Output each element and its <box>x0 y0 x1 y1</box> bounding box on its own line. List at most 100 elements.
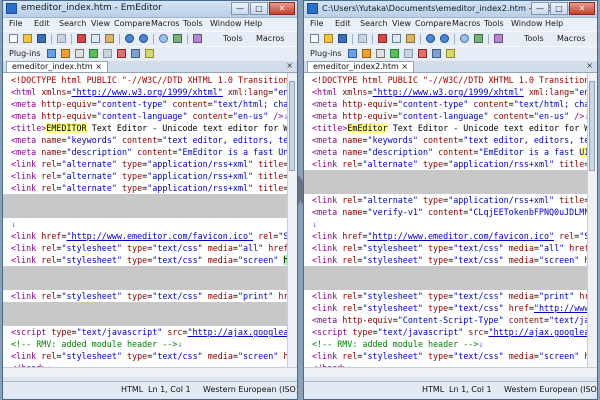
plugin-icon[interactable] <box>131 49 140 58</box>
status-mode[interactable]: HTML <box>121 385 143 394</box>
menu-view[interactable]: View <box>392 19 411 28</box>
cut-icon[interactable] <box>378 34 387 43</box>
document-tab[interactable]: emeditor_index2.htm × <box>307 61 415 72</box>
open-folder-icon[interactable] <box>23 34 32 43</box>
plugin-icon[interactable] <box>117 49 126 58</box>
menu-macros[interactable]: Macros <box>151 19 179 28</box>
horizontal-scrollbar[interactable] <box>3 367 297 377</box>
menu-edit[interactable]: Edit <box>34 19 50 28</box>
status-mode[interactable]: HTML <box>422 385 444 394</box>
status-encoding[interactable]: Western European (ISO) <box>203 385 297 394</box>
document-tab[interactable]: emeditor_index.htm × <box>6 61 108 72</box>
left-editor-window: emeditor_index.htm - EmEditor — □ ✕ File… <box>2 0 298 400</box>
menu-edit[interactable]: Edit <box>335 19 351 28</box>
vertical-scrollbar[interactable] <box>287 73 297 367</box>
find-icon[interactable] <box>460 34 469 43</box>
macros-toolbar-label[interactable]: Macros <box>256 34 284 43</box>
menu-bar: File Edit Search View Compare Macros Too… <box>3 18 297 31</box>
minimize-icon[interactable]: — <box>531 2 549 15</box>
paste-icon[interactable] <box>105 34 114 43</box>
copy-icon[interactable] <box>392 34 401 43</box>
plugin-icon[interactable] <box>75 49 84 58</box>
menu-window[interactable]: Window <box>511 19 543 28</box>
menu-window[interactable]: Window <box>210 19 242 28</box>
plugin-icon[interactable] <box>362 49 371 58</box>
print-icon[interactable] <box>358 34 367 43</box>
scroll-thumb[interactable] <box>289 81 295 171</box>
print-icon[interactable] <box>57 34 66 43</box>
plugin-icon[interactable] <box>432 49 441 58</box>
text-editor-area[interactable]: <!DOCTYPE html PUBLIC "-//W3C//DTD XHTML… <box>3 73 297 377</box>
title-bar[interactable]: C:\Users\Yutaka\Documents\emeditor_index… <box>304 1 597 18</box>
tools-toolbar-label[interactable]: Tools <box>223 34 243 43</box>
redo-icon[interactable] <box>440 34 449 43</box>
plugin-icon[interactable] <box>103 49 112 58</box>
status-position: Ln 1, Col 1 <box>148 385 191 394</box>
replace-icon[interactable] <box>474 34 483 43</box>
save-icon[interactable] <box>37 34 46 43</box>
minimize-icon[interactable]: — <box>231 2 249 15</box>
replace-icon[interactable] <box>173 34 182 43</box>
plugin-icon[interactable] <box>446 49 455 58</box>
save-icon[interactable] <box>338 34 347 43</box>
menu-search[interactable]: Search <box>360 19 387 28</box>
new-file-icon[interactable] <box>9 34 18 43</box>
plugin-icon[interactable] <box>390 49 399 58</box>
menu-tools[interactable]: Tools <box>183 19 203 28</box>
app-icon <box>307 3 318 14</box>
horizontal-scrollbar[interactable] <box>304 367 597 377</box>
undo-icon[interactable] <box>426 34 435 43</box>
menu-view[interactable]: View <box>91 19 110 28</box>
menu-compare[interactable]: Compare <box>415 19 451 28</box>
plugin-icon[interactable] <box>89 49 98 58</box>
tab-bar: emeditor_index.htm × × <box>3 61 297 73</box>
plugin-icon[interactable] <box>418 49 427 58</box>
scroll-thumb[interactable] <box>589 81 595 171</box>
macros-toolbar-label[interactable]: Macros <box>557 34 585 43</box>
menu-tools[interactable]: Tools <box>484 19 504 28</box>
plugin-icon[interactable] <box>61 49 70 58</box>
plugin-icon[interactable] <box>404 49 413 58</box>
close-tab-icon[interactable]: × <box>286 61 293 70</box>
window-title: emeditor_index.htm - EmEditor <box>21 3 162 13</box>
menu-search[interactable]: Search <box>59 19 86 28</box>
wrap-icon[interactable] <box>494 34 503 43</box>
plugin-icon[interactable] <box>47 49 56 58</box>
copy-icon[interactable] <box>91 34 100 43</box>
menu-compare[interactable]: Compare <box>114 19 150 28</box>
menu-help[interactable]: Help <box>545 19 563 28</box>
close-icon[interactable]: ✕ <box>569 2 595 15</box>
tab-bar: emeditor_index2.htm × × <box>304 61 597 73</box>
standard-toolbar: Tools Macros <box>304 31 597 47</box>
redo-icon[interactable] <box>139 34 148 43</box>
status-bar: HTML Ln 1, Col 1 Western European (ISO) <box>3 381 297 398</box>
close-tab-icon[interactable]: × <box>586 61 593 70</box>
plugin-icon[interactable] <box>145 49 154 58</box>
vertical-scrollbar[interactable] <box>587 73 597 367</box>
maximize-icon[interactable]: □ <box>250 2 268 15</box>
tab-label: emeditor_index.htm <box>12 62 93 71</box>
menu-file[interactable]: File <box>9 19 22 28</box>
maximize-icon[interactable]: □ <box>550 2 568 15</box>
menu-file[interactable]: File <box>310 19 323 28</box>
status-position: Ln 1, Col 1 <box>449 385 492 394</box>
wrap-icon[interactable] <box>193 34 202 43</box>
text-editor-area[interactable]: <!DOCTYPE html PUBLIC "-//W3C//DTD XHTML… <box>304 73 597 377</box>
menu-help[interactable]: Help <box>244 19 262 28</box>
status-encoding[interactable]: Western European (ISO) <box>504 385 597 394</box>
find-icon[interactable] <box>159 34 168 43</box>
cut-icon[interactable] <box>77 34 86 43</box>
new-file-icon[interactable] <box>310 34 319 43</box>
plugin-icon[interactable] <box>348 49 357 58</box>
menu-macros[interactable]: Macros <box>452 19 480 28</box>
title-bar[interactable]: emeditor_index.htm - EmEditor — □ ✕ <box>3 1 297 18</box>
plugins-toolbar: Plug-ins <box>3 46 297 62</box>
paste-icon[interactable] <box>406 34 415 43</box>
tools-toolbar-label[interactable]: Tools <box>524 34 544 43</box>
plugins-label: Plug-ins <box>9 49 41 58</box>
plugins-toolbar: Plug-ins <box>304 46 597 62</box>
plugin-icon[interactable] <box>376 49 385 58</box>
undo-icon[interactable] <box>125 34 134 43</box>
open-folder-icon[interactable] <box>324 34 333 43</box>
close-icon[interactable]: ✕ <box>269 2 295 15</box>
